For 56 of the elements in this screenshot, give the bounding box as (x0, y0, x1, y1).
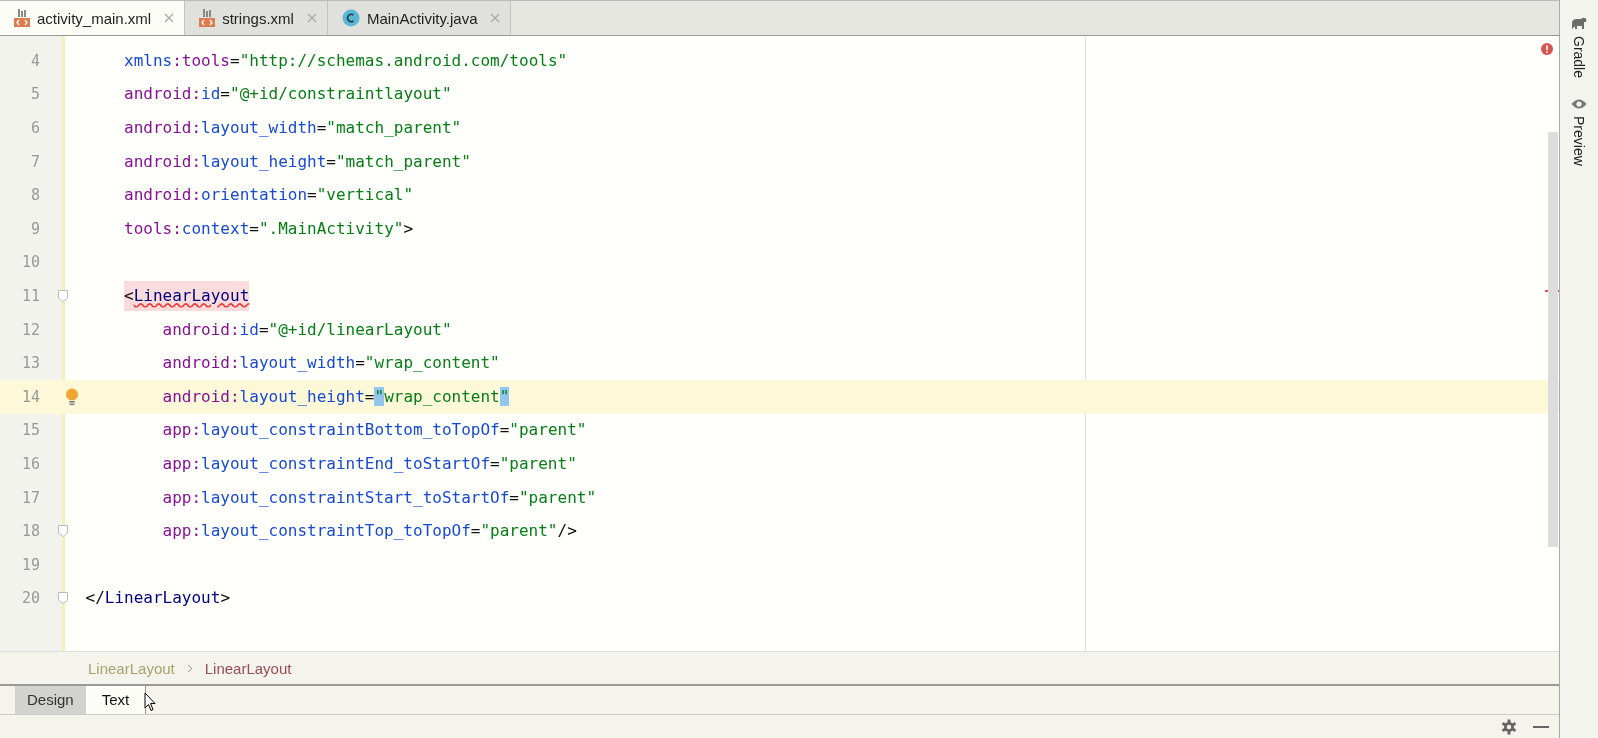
line-number: 15 (20, 421, 41, 440)
line-number: 16 (20, 454, 41, 473)
xml-file-icon (199, 9, 216, 27)
tool-window-button[interactable]: Preview (1571, 98, 1587, 166)
line-number: 5 (29, 85, 41, 104)
code-line: android:orientation="vertical" (124, 184, 414, 207)
code-line: app:layout_constraintBottom_toTopOf="parent" (162, 419, 587, 442)
line-number: 12 (20, 320, 41, 339)
scrollbar-thumb[interactable] (1548, 132, 1558, 547)
code-line: android:id="@+id/constraintlayout" (124, 83, 452, 106)
code-line: tools:context=".MainActivity"> (124, 217, 414, 240)
line-number: 20 (20, 589, 41, 608)
line-number: 18 (20, 522, 41, 541)
breadcrumb[interactable]: LinearLayout (204, 659, 292, 677)
code-line: app:layout_constraintTop_toTopOf="parent"/> (162, 520, 577, 543)
code-line: android:layout_width="wrap_content" (162, 352, 500, 375)
code-line: xmlns:tools="http://schemas.android.com/tools" (124, 49, 568, 72)
line-number: 11 (20, 286, 41, 305)
elephant-icon (1571, 16, 1587, 30)
editor-mode-tab[interactable]: Design (15, 686, 86, 714)
class-icon (341, 9, 360, 27)
close-icon[interactable] (306, 13, 317, 23)
code-line: android:layout_width="match_parent" (124, 117, 462, 139)
code-line: </LinearLayout> (85, 587, 230, 610)
xml-file-icon (14, 9, 30, 27)
code-line: android:id="@+id/linearLayout" (162, 318, 452, 341)
close-icon[interactable] (164, 13, 175, 23)
file-tab[interactable]: strings.xml (185, 1, 328, 35)
line-number: 7 (29, 152, 41, 171)
code-line: app:layout_constraintStart_toStartOf="parent" (162, 486, 597, 509)
editor-mode-tab[interactable]: Text (85, 686, 147, 714)
line-number: 10 (20, 253, 41, 272)
code-line: android:layout_height="wrap_content" (162, 385, 510, 408)
line-number: 13 (20, 354, 41, 373)
fold-marker-icon[interactable] (58, 289, 68, 302)
line-number: 4 (29, 51, 41, 70)
line-number: 6 (29, 119, 41, 137)
line-number: 14 (20, 387, 41, 406)
chevron-icon (186, 663, 193, 673)
line-number: 17 (20, 488, 41, 507)
mouse-cursor-icon (144, 692, 156, 712)
file-tab[interactable]: MainActivity.java (327, 1, 512, 35)
error-icon[interactable] (1541, 43, 1553, 55)
fold-marker-icon[interactable] (58, 592, 68, 605)
code-line: app:layout_constraintEnd_toStartOf="parent" (162, 452, 577, 475)
eye-icon (1571, 98, 1587, 111)
lightbulb-icon[interactable] (65, 387, 79, 406)
file-tab[interactable]: activity_main.xml (0, 1, 186, 35)
line-number: 8 (29, 186, 41, 205)
line-number: 9 (29, 219, 41, 238)
tool-window-button[interactable]: Gradle (1571, 16, 1587, 79)
code-line: android:layout_height="match_parent" (124, 150, 471, 173)
settings-icon[interactable] (1501, 718, 1517, 735)
line-number: 19 (20, 555, 41, 574)
fold-marker-icon[interactable] (58, 525, 68, 538)
close-icon[interactable] (490, 13, 501, 23)
